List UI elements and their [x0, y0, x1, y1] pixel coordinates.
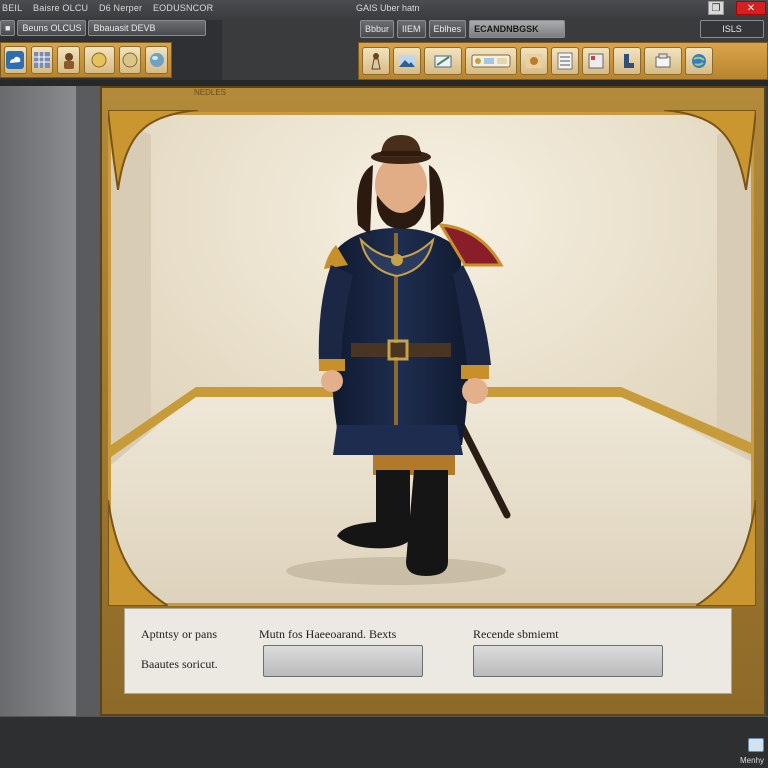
image-icon [526, 54, 542, 68]
folder-tool-button[interactable] [424, 47, 462, 75]
property-label: Aptntsy or pans [141, 627, 217, 641]
sphere-icon [149, 53, 164, 67]
title-left: BEIL Baisre OLCU D6 Nerper EODUSNCOR [2, 3, 221, 13]
left-tab-row: ■ Beuns OLCUS Bbauasit DEVB [0, 20, 207, 38]
landscape-icon [399, 55, 415, 67]
status-label: Menhy [740, 756, 765, 765]
tab-bbauasit[interactable]: Bbauasit DEVB [88, 20, 207, 36]
status-bar [0, 716, 768, 768]
app-window: BEIL Baisre OLCU D6 Nerper EODUSNCOR GAI… [0, 0, 768, 768]
folder-icon [434, 55, 452, 68]
frame-label: NEDLES [194, 88, 227, 97]
left-toolbar: ■ Beuns OLCUS Bbauasit DEVB [0, 20, 222, 80]
landscape-tool-button[interactable] [393, 47, 421, 75]
title-segment: D6 Nerper [98, 3, 143, 13]
sphere-tool-button[interactable] [145, 46, 168, 74]
character-icon [63, 53, 74, 69]
tab-isls[interactable]: ISLS [700, 20, 764, 38]
property-label: Recende sbmiemt [473, 627, 559, 641]
chat-icon[interactable] [748, 738, 764, 752]
boot-tool-button[interactable] [613, 47, 641, 75]
character-viewport[interactable] [108, 112, 754, 606]
right-toolbar: Bbbur IIEM Eblhes ECANDNBGSK ISLS [356, 20, 768, 82]
tab-iiem[interactable]: IIEM [397, 20, 426, 38]
grid-icon [34, 52, 50, 68]
doc-icon [588, 53, 604, 69]
tab-beuns[interactable]: Beuns OLCUS [17, 20, 87, 36]
palette-tool-button[interactable] [465, 47, 517, 75]
doc-tool-button[interactable] [582, 47, 610, 75]
palette-icon [471, 54, 511, 68]
tab-eblhes[interactable]: Eblhes [428, 20, 467, 38]
list-tool-button[interactable] [551, 47, 579, 75]
restore-button[interactable]: ❐ [708, 1, 724, 15]
cloud-icon [6, 51, 25, 69]
tab-bbbur[interactable]: Bbbur [360, 20, 395, 38]
tab-menu[interactable]: ■ [0, 20, 16, 36]
grid-tool-button[interactable] [30, 46, 54, 74]
title-segment: EODUSNCOR [152, 3, 214, 13]
scene-render [111, 115, 751, 603]
tab-ecandnbgsk[interactable]: ECANDNBGSK [469, 20, 566, 38]
coin-tool-button-2[interactable] [118, 46, 142, 74]
frame-ornament-top-right [664, 110, 756, 190]
coin-icon [91, 52, 107, 68]
property-field-1[interactable] [263, 645, 423, 677]
list-icon [557, 52, 573, 70]
figure-tool-button[interactable] [362, 47, 390, 75]
cloud-tool-button[interactable] [4, 46, 27, 74]
globe-icon [692, 54, 706, 68]
title-bar: BEIL Baisre OLCU D6 Nerper EODUSNCOR GAI… [0, 0, 768, 18]
frame-ornament-top-left [108, 110, 198, 190]
globe-tool-button[interactable] [685, 47, 713, 75]
title-segment: Baisre OLCU [33, 3, 89, 13]
coin-tool-button[interactable] [84, 46, 115, 74]
right-tab-row: Bbbur IIEM Eblhes ECANDNBGSK ISLS [360, 20, 764, 40]
property-field-2[interactable] [473, 645, 663, 677]
image-tool-button[interactable] [520, 47, 548, 75]
frame-ornament-bottom-right [696, 500, 756, 606]
coin-icon [122, 52, 138, 68]
boot-icon [624, 54, 634, 68]
property-label: Mutn fos Haeeoarand. Bexts [259, 627, 397, 641]
properties-panel: Aptntsy or pans Baautes soricut. Mutn fo… [124, 608, 732, 694]
left-side-panel [0, 86, 76, 716]
frame-ornament-bottom-left [108, 500, 168, 606]
property-label: Baautes soricut. [141, 657, 218, 671]
box-tool-button[interactable] [644, 47, 682, 75]
right-icon-strip [358, 42, 768, 80]
window-title: GAIS Uber hatn [356, 3, 420, 13]
close-button[interactable]: ✕ [736, 1, 766, 15]
left-icon-strip [0, 42, 172, 78]
figure-icon [371, 53, 381, 70]
title-segment: BEIL [2, 3, 23, 13]
left-side-gutter [76, 86, 102, 716]
box-icon [655, 53, 671, 68]
character-tool-button[interactable] [57, 46, 81, 74]
